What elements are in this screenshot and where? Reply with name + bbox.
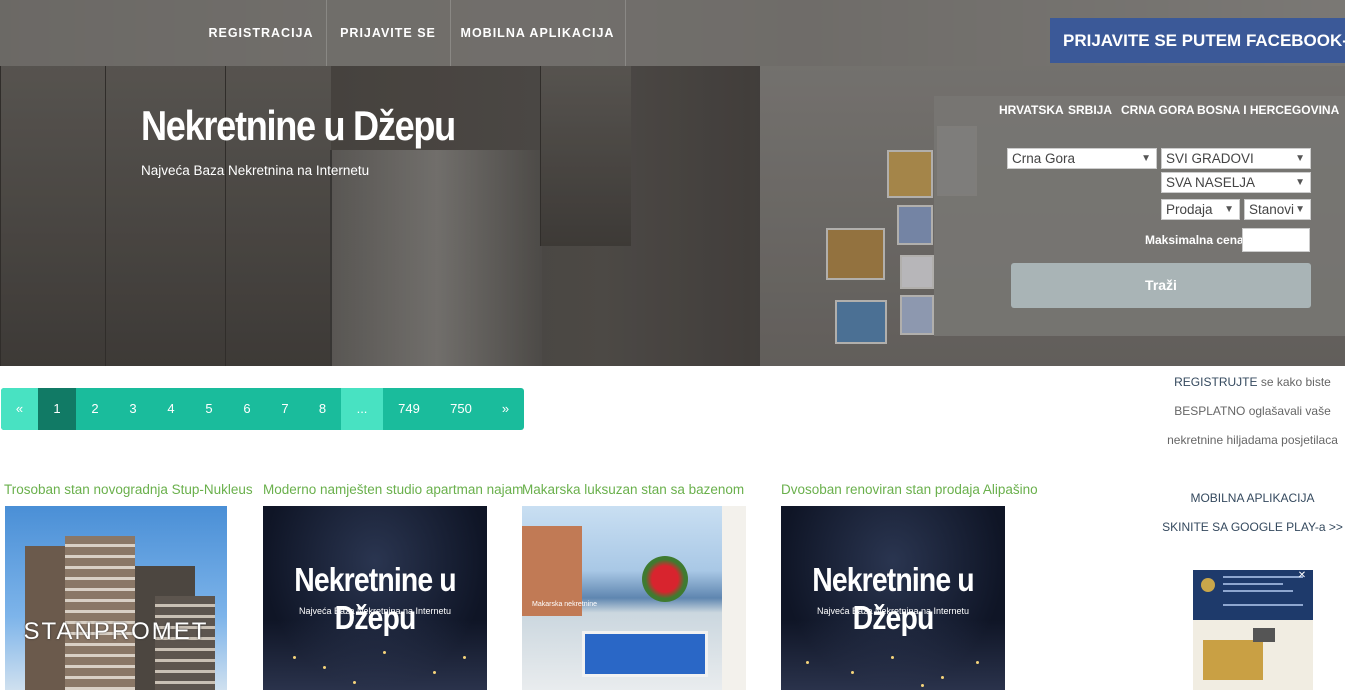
property-type-value: Stanovi: [1249, 202, 1295, 217]
pagination-next[interactable]: »: [487, 388, 524, 430]
search-panel: HRVATSKA SRBIJA CRNA GORA BOSNA I HERCEG…: [934, 96, 1345, 336]
site-title: Nekretnine u Džepu: [141, 102, 456, 149]
country-select[interactable]: Crna Gora ▼: [1007, 148, 1157, 169]
search-button[interactable]: Traži: [1011, 263, 1311, 308]
country-link-crna-gora[interactable]: CRNA GORA: [1121, 103, 1195, 117]
placeholder-title: Nekretnine u Džepu: [812, 561, 974, 636]
country-link-bih[interactable]: BOSNA I HERCEGOVINA: [1197, 103, 1339, 117]
listing-title[interactable]: Dvosoban renoviran stan prodaja Alipašin…: [781, 482, 1038, 497]
listing-image[interactable]: Nekretnine u Džepu Najveća Baza Nekretni…: [781, 506, 1005, 690]
stanpromet-logo: STANPROMET: [23, 618, 209, 645]
listing-title[interactable]: Moderno namješten studio apartman najam: [263, 482, 523, 497]
placeholder-subtitle: Najveća Baza Nekretnina na Internetu: [816, 606, 970, 616]
close-icon[interactable]: ✕: [1293, 570, 1311, 582]
pagination-page-4[interactable]: 4: [152, 388, 190, 430]
pagination-page-7[interactable]: 7: [266, 388, 304, 430]
pagination-page-6[interactable]: 6: [228, 388, 266, 430]
listing-image[interactable]: Nekretnine u Džepu Najveća Baza Nekretni…: [263, 506, 487, 690]
max-price-input[interactable]: [1242, 228, 1310, 252]
listing-image[interactable]: STANPROMET: [5, 506, 227, 690]
chevron-down-icon: ▼: [1141, 153, 1151, 164]
city-select-value: SVI GRADOVI: [1166, 151, 1254, 166]
register-text-1: se kako biste: [1257, 375, 1331, 389]
country-link-hrvatska[interactable]: HRVATSKA: [999, 103, 1064, 117]
register-link[interactable]: REGISTRUJTE: [1174, 375, 1257, 389]
pagination-page-8[interactable]: 8: [304, 388, 341, 430]
chevron-down-icon: ▼: [1295, 153, 1305, 164]
pagination-page-5[interactable]: 5: [190, 388, 228, 430]
pagination: « 1 2 3 4 5 6 7 8 ... 749 750 »: [1, 388, 524, 430]
mobile-app-link[interactable]: MOBILNA APLIKACIJA: [1160, 490, 1345, 519]
listing-image[interactable]: Makarska nekretnine: [522, 506, 746, 690]
pagination-page-3[interactable]: 3: [114, 388, 152, 430]
property-type-select[interactable]: Stanovi ▼: [1244, 199, 1311, 220]
pagination-prev[interactable]: «: [1, 388, 38, 430]
nav-prijavite-se[interactable]: PRIJAVITE SE: [326, 0, 451, 66]
pagination-page-749[interactable]: 749: [383, 388, 435, 430]
max-price-label: Maksimalna cena:: [1145, 233, 1248, 247]
country-select-value: Crna Gora: [1012, 151, 1076, 166]
listing-type-value: Prodaja: [1166, 202, 1213, 217]
sidebar-ad[interactable]: ✕: [1193, 570, 1313, 690]
listing-title[interactable]: Makarska luksuzan stan sa bazenom: [522, 482, 744, 497]
pagination-page-1[interactable]: 1: [38, 388, 76, 430]
placeholder-title: Nekretnine u Džepu: [294, 561, 456, 636]
placeholder-subtitle: Najveća Baza Nekretnina na Internetu: [298, 606, 452, 616]
nav-registracija[interactable]: REGISTRACIJA: [196, 0, 327, 66]
facebook-login-button[interactable]: PRIJAVITE SE PUTEM FACEBOOK-A: [1050, 18, 1345, 63]
chevron-down-icon: ▼: [1295, 204, 1305, 215]
settlement-select-value: SVA NASELJA: [1166, 175, 1256, 190]
chevron-down-icon: ▼: [1295, 177, 1305, 188]
listing-type-select[interactable]: Prodaja ▼: [1161, 199, 1240, 220]
pagination-page-750[interactable]: 750: [435, 388, 487, 430]
nav-mobilna-aplikacija[interactable]: MOBILNA APLIKACIJA: [450, 0, 626, 66]
register-text-2: BESPLATNO oglašavali vaše: [1174, 404, 1331, 418]
pagination-page-2[interactable]: 2: [76, 388, 114, 430]
register-promo: REGISTRUJTE se kako biste BESPLATNO ogla…: [1160, 374, 1345, 461]
register-text-3: nekretnine hiljadama posjetilaca: [1167, 433, 1338, 447]
chevron-down-icon: ▼: [1224, 204, 1234, 215]
settlement-select[interactable]: SVA NASELJA ▼: [1161, 172, 1311, 193]
pagination-ellipsis: ...: [341, 388, 383, 430]
country-link-srbija[interactable]: SRBIJA: [1068, 103, 1112, 117]
listing-title[interactable]: Trosoban stan novogradnja Stup-Nukleus: [4, 482, 253, 497]
image-caption: Makarska nekretnine: [532, 601, 597, 608]
site-subtitle: Najveća Baza Nekretnina na Internetu: [141, 163, 370, 178]
city-select[interactable]: SVI GRADOVI ▼: [1161, 148, 1311, 169]
google-play-link[interactable]: SKINITE SA GOOGLE PLAY-a >>: [1160, 519, 1345, 548]
